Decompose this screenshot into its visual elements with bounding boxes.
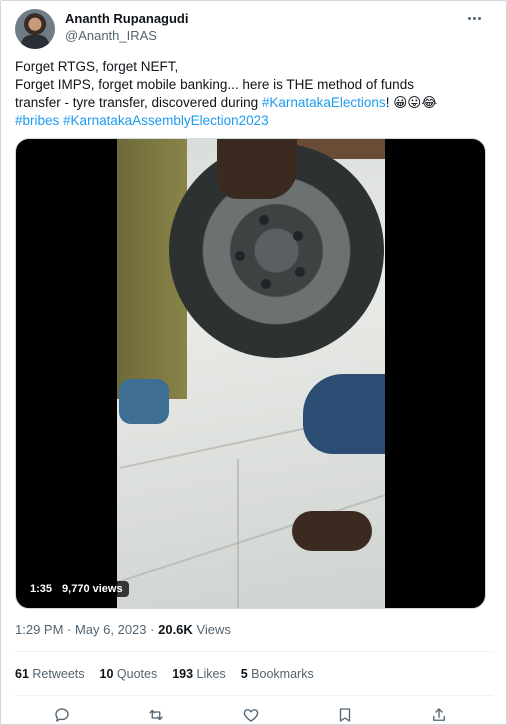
likes-stat[interactable]: 193 Likes <box>172 667 226 681</box>
divider <box>15 651 493 652</box>
likes-label: Likes <box>196 667 226 681</box>
floor-tile-line <box>237 459 239 608</box>
more-icon[interactable] <box>463 9 485 27</box>
quotes-count: 10 <box>99 667 114 681</box>
tweet-line-1: Forget RTGS, forget NEFT, <box>15 59 179 74</box>
video-info-badge: 1:35 9,770 views <box>24 581 129 597</box>
hashtag-karnataka-elections[interactable]: #KarnatakaElections <box>262 95 386 110</box>
likes-count: 193 <box>172 667 194 681</box>
tweet-card: Ananth Rupanagudi @Ananth_IRAS Forget RT… <box>0 0 507 725</box>
quotes-stat[interactable]: 10 Quotes <box>100 667 158 681</box>
shoe-right <box>303 374 385 454</box>
avatar-shirt <box>21 35 49 49</box>
author-handle[interactable]: @Ananth_IRAS <box>65 28 157 43</box>
views-count: 20.6K <box>158 622 193 637</box>
retweet-icon[interactable] <box>145 705 167 725</box>
tweet-line-2: Forget IMPS, forget mobile banking... he… <box>15 77 414 92</box>
tweet-line-3: transfer - tyre transfer, discovered dur… <box>15 94 495 112</box>
retweets-stat[interactable]: 61 Retweets <box>15 667 85 681</box>
reply-icon[interactable] <box>51 705 73 725</box>
bookmarks-stat[interactable]: 5 Bookmarks <box>241 667 314 681</box>
heart-icon[interactable] <box>240 705 262 725</box>
hashtag-bribes[interactable]: #bribes <box>15 113 59 128</box>
meta-separator: · <box>150 622 155 637</box>
share-icon[interactable] <box>428 705 450 725</box>
retweets-label: Retweets <box>32 667 85 681</box>
video-frame[interactable] <box>117 139 385 608</box>
views-label: Views <box>196 622 231 637</box>
video-duration: 1:35 <box>30 583 53 595</box>
action-bar <box>1 705 507 725</box>
quotes-label: Quotes <box>116 667 158 681</box>
hashtag-karnataka-assembly-election[interactable]: #KarnatakaAssemblyElection2023 <box>63 113 269 128</box>
tweet-line-3-suffix: ! 😀😛😂 <box>385 95 438 110</box>
tweet-text: Forget RTGS, forget NEFT, Forget IMPS, f… <box>15 58 495 130</box>
tweet-line-4: #bribes #KarnatakaAssemblyElection2023 <box>15 112 495 130</box>
video-views: 9,770 views <box>62 583 123 595</box>
person-arm <box>217 139 297 199</box>
engagement-stats: 61 Retweets 10 Quotes 193 Likes 5 Bookma… <box>15 667 329 681</box>
hand-on-floor <box>292 511 372 551</box>
tweet-line-3-prefix: transfer - tyre transfer, discovered dur… <box>15 95 262 110</box>
tweet-timestamp[interactable]: 1:29 PM · May 6, 2023 <box>15 622 147 637</box>
video-player[interactable]: 1:35 9,770 views <box>15 138 486 609</box>
retweets-count: 61 <box>15 667 29 681</box>
author-display-name[interactable]: Ananth Rupanagudi <box>65 11 189 26</box>
avatar[interactable] <box>15 9 55 49</box>
tweet-meta: 1:29 PM · May 6, 2023 · 20.6K Views <box>15 622 231 637</box>
bookmarks-count: 5 <box>240 667 248 681</box>
bookmarks-label: Bookmarks <box>251 667 314 681</box>
shoe-left <box>119 379 169 424</box>
bookmark-icon[interactable] <box>334 705 356 725</box>
divider <box>15 695 493 696</box>
